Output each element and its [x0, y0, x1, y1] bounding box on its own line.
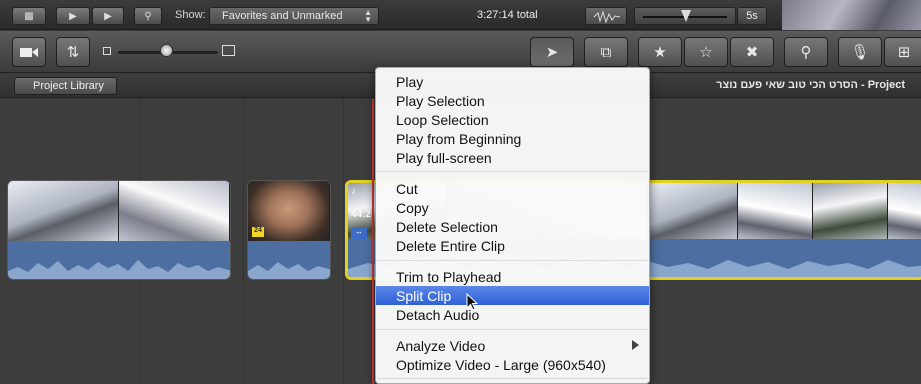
- zoom-out-icon: [103, 47, 111, 55]
- clip-frames: [8, 181, 230, 243]
- menu-item-trim-to-playhead[interactable]: Trim to Playhead: [376, 267, 649, 286]
- clip-duration: 44:2: [351, 209, 372, 220]
- menu-item-play-full-screen[interactable]: Play full-screen: [376, 148, 649, 167]
- thumbnail-duration-label: 5s: [737, 7, 767, 25]
- context-menu: Play Play Selection Loop Selection Play …: [375, 67, 650, 384]
- audio-waveform: [248, 241, 330, 279]
- video-clip[interactable]: [7, 180, 231, 280]
- menu-separator: [377, 329, 648, 330]
- menu-item-play-from-beginning[interactable]: Play from Beginning: [376, 129, 649, 148]
- menu-item-detach-audio[interactable]: Detach Audio: [376, 305, 649, 324]
- swap-events-projects-button[interactable]: ⇅: [56, 37, 90, 67]
- search-icon: ⚲: [144, 10, 152, 22]
- audio-waveform: [8, 241, 230, 279]
- transition-badge: 24: [252, 227, 264, 237]
- waveform-icon: [593, 10, 621, 24]
- zoom-slider-thumb[interactable]: [160, 44, 173, 57]
- menu-separator: [377, 378, 648, 379]
- filled-star-icon: ★: [653, 44, 667, 61]
- video-clip[interactable]: 24: [247, 180, 331, 280]
- submenu-arrow-icon: [632, 340, 639, 350]
- menu-item-loop-selection[interactable]: Loop Selection: [376, 110, 649, 129]
- clip-thumbnail: [119, 181, 230, 243]
- menu-item-play-selection[interactable]: Play Selection: [376, 91, 649, 110]
- menu-item-copy[interactable]: Copy: [376, 198, 649, 217]
- swap-arrows-icon: ⇅: [66, 44, 80, 61]
- event-browser-bar: ▩ ▶ ▶ ⚲ Show: Favorites and Unmarked ▲ ▼ …: [0, 0, 921, 30]
- menu-item-label: Analyze Video: [396, 338, 486, 354]
- event-thumbnail[interactable]: [782, 0, 921, 30]
- add-selection-button[interactable]: ⧉: [584, 37, 628, 67]
- mouse-cursor-icon: [466, 293, 479, 311]
- zoom-in-icon: [222, 45, 235, 56]
- key-icon: ⚲: [800, 44, 812, 61]
- crop-button[interactable]: ⊞: [884, 37, 921, 67]
- show-label: Show:: [175, 9, 206, 21]
- project-library-button[interactable]: Project Library: [14, 77, 117, 95]
- grid-line: [243, 99, 244, 384]
- microphone-icon: 🎙: [850, 44, 870, 61]
- audio-waveform-toggle[interactable]: [585, 7, 627, 25]
- play-button[interactable]: ▶: [92, 7, 124, 25]
- menu-item-cut[interactable]: Cut: [376, 179, 649, 198]
- add-clip-icon: ⧉: [600, 43, 612, 61]
- grid-line: [343, 99, 344, 384]
- import-camera-button[interactable]: [12, 37, 46, 67]
- reject-x-icon: ✖: [745, 44, 759, 61]
- arrow-tool-button[interactable]: ➤: [530, 37, 574, 67]
- play-icon: ▶: [104, 10, 112, 22]
- menu-item-delete-selection[interactable]: Delete Selection: [376, 217, 649, 236]
- menu-item-delete-entire-clip[interactable]: Delete Entire Clip: [376, 236, 649, 255]
- clip-thumbnail: [813, 183, 888, 245]
- mark-favorite-button[interactable]: ★: [638, 37, 682, 67]
- clip-trim-handle[interactable]: ↔: [351, 227, 367, 239]
- menu-item-analyze-video[interactable]: Analyze Video: [376, 336, 649, 355]
- keyword-button[interactable]: ⚲: [784, 37, 828, 67]
- reject-button[interactable]: ✖: [730, 37, 774, 67]
- clip-thumbnail: [8, 181, 119, 243]
- library-icon: ▩: [24, 10, 34, 22]
- clip-thumbnail: [648, 183, 738, 245]
- menu-separator: [377, 260, 648, 261]
- thumbnail-size-slider[interactable]: [634, 7, 736, 25]
- clip-thumbnail: [888, 183, 921, 245]
- volume-icon[interactable]: ♪: [351, 186, 356, 197]
- menu-separator: [377, 171, 648, 172]
- pointer-icon: ➤: [545, 44, 559, 61]
- unmark-button[interactable]: ☆: [684, 37, 728, 67]
- voiceover-button[interactable]: 🎙: [838, 37, 882, 67]
- clip-thumbnail: [738, 183, 813, 245]
- play-full-screen-button[interactable]: ▶: [56, 7, 90, 25]
- menu-item-split-clip[interactable]: Split Clip: [376, 286, 649, 305]
- menu-item-optimize-video[interactable]: Optimize Video - Large (960x540): [376, 355, 649, 374]
- slider-thumb[interactable]: [681, 10, 691, 22]
- search-button[interactable]: ⚲: [134, 7, 162, 25]
- total-duration: 3:27:14 total: [477, 9, 538, 21]
- play-icon: ▶: [69, 10, 77, 22]
- event-library-toggle-button[interactable]: ▩: [12, 7, 46, 25]
- crop-icon: ⊞: [897, 44, 911, 61]
- camera-icon: [20, 48, 38, 57]
- project-title: הסרט הכי טוב שאי פעם נוצר - Project: [716, 79, 905, 91]
- menu-item-play[interactable]: Play: [376, 72, 649, 91]
- playhead[interactable]: [372, 99, 374, 384]
- empty-star-icon: ☆: [699, 44, 713, 61]
